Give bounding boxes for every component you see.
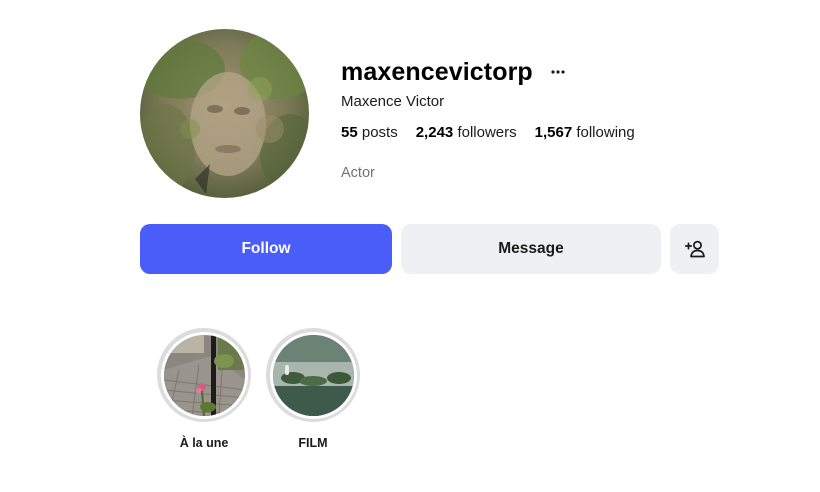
highlight-film[interactable]: FILM [265, 328, 361, 450]
profile-header: maxencevictorp Maxence Victor 55 posts 2… [0, 0, 820, 492]
highlight-thumbnail-garden [163, 334, 245, 416]
full-name: Maxence Victor [341, 93, 445, 110]
profile-stats: 55 posts 2,243 followers 1,567 following [341, 124, 761, 141]
highlight-thumbnail-film [272, 334, 354, 416]
highlight-gap [269, 331, 357, 419]
profile-info: maxencevictorp Maxence Victor 55 posts 2… [341, 56, 761, 182]
posts-count-label: posts [361, 124, 398, 141]
following-link[interactable]: 1,567 following [535, 124, 635, 141]
profile-actions: Follow Message [140, 224, 720, 274]
suggested-accounts-button[interactable] [670, 224, 719, 274]
follow-button[interactable]: Follow [140, 224, 392, 274]
message-button[interactable]: Message [401, 224, 661, 274]
followers-count-value: 2,243 [415, 124, 454, 141]
posts-count-value: 55 [341, 124, 358, 141]
highlight-label: À la une [179, 436, 229, 450]
highlight-ring [266, 328, 360, 422]
more-options-button[interactable] [545, 59, 571, 85]
add-person-icon [684, 240, 705, 258]
highlight-a-la-une[interactable]: À la une [156, 328, 252, 450]
story-highlights: À la une FILM [156, 328, 374, 450]
highlight-gap [160, 331, 248, 419]
highlight-ring [157, 328, 251, 422]
following-count-label: following [576, 124, 635, 141]
posts-count: 55 posts [341, 124, 398, 141]
profile-avatar[interactable] [140, 29, 309, 198]
profile-category: Actor [341, 165, 375, 181]
username: maxencevictorp [341, 57, 533, 86]
username-row: maxencevictorp [341, 56, 761, 88]
film-landscape-photo [272, 334, 354, 416]
avatar-image [140, 29, 309, 198]
followers-link[interactable]: 2,243 followers [416, 124, 517, 141]
followers-count-label: followers [457, 124, 517, 141]
ellipsis-icon [551, 70, 565, 74]
highlight-label: FILM [298, 436, 328, 450]
following-count-value: 1,567 [534, 124, 573, 141]
garden-path-photo [163, 334, 245, 416]
